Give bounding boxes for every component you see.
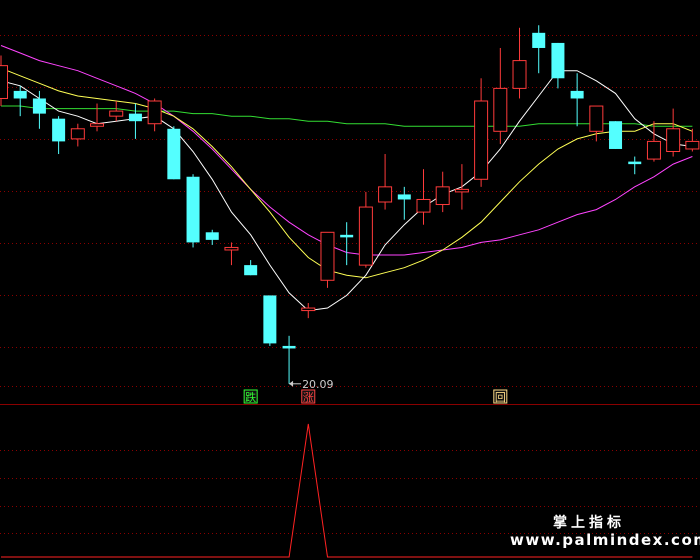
candle (186, 174, 200, 248)
candle-body (13, 90, 27, 99)
stock-chart: 20.09 跌 涨 回 掌上指标 www.palmindex.com (0, 0, 700, 560)
low-price-label: 20.09 (302, 378, 334, 391)
candle-body (358, 206, 373, 266)
signal-marker: 跌 (243, 389, 258, 404)
candle-body (263, 295, 277, 344)
candle-body (52, 118, 66, 142)
candle-body (147, 100, 162, 125)
candle-body (551, 42, 565, 79)
candle-body (646, 140, 661, 160)
candle-body (109, 110, 124, 117)
watermark-url: www.palmindex.com (510, 531, 700, 549)
signal-marker: 回 (493, 389, 508, 404)
candle-body (416, 198, 431, 213)
candle (263, 295, 277, 346)
candle-body (397, 194, 411, 200)
candle-body (435, 186, 450, 206)
candle-body (685, 140, 700, 150)
candle-body (666, 128, 681, 152)
candle-body (167, 128, 181, 180)
candle-body (493, 87, 508, 132)
candle-body (128, 113, 142, 122)
candle-body (589, 105, 604, 132)
candle-body (474, 100, 489, 180)
candle-body (378, 186, 393, 203)
watermark-title: 掌上指标 (553, 514, 625, 531)
candle-body (512, 60, 527, 89)
candle-body (320, 231, 335, 281)
candle-body (205, 232, 219, 240)
signal-marker-label: 涨 (303, 391, 314, 404)
chart-background (0, 0, 700, 560)
signal-marker: 涨 (301, 389, 316, 404)
candle (320, 231, 335, 288)
candle-body (224, 246, 239, 251)
signal-marker-label: 回 (495, 391, 506, 404)
candle-body (244, 265, 258, 276)
candle (609, 121, 623, 149)
candle-body (0, 65, 8, 99)
candle-body (454, 188, 469, 193)
candle-body (301, 307, 316, 312)
candle-body (570, 90, 584, 99)
candle-body (282, 345, 296, 349)
candle-body (90, 123, 105, 127)
candle-body (532, 32, 546, 48)
candle-body (32, 98, 46, 114)
candle-body (628, 161, 642, 165)
candle-body (70, 128, 85, 140)
candle-body (609, 121, 623, 149)
signal-marker-label: 跌 (245, 390, 256, 404)
candle-body (340, 234, 354, 238)
candle (167, 126, 181, 180)
candle-body (186, 176, 200, 243)
